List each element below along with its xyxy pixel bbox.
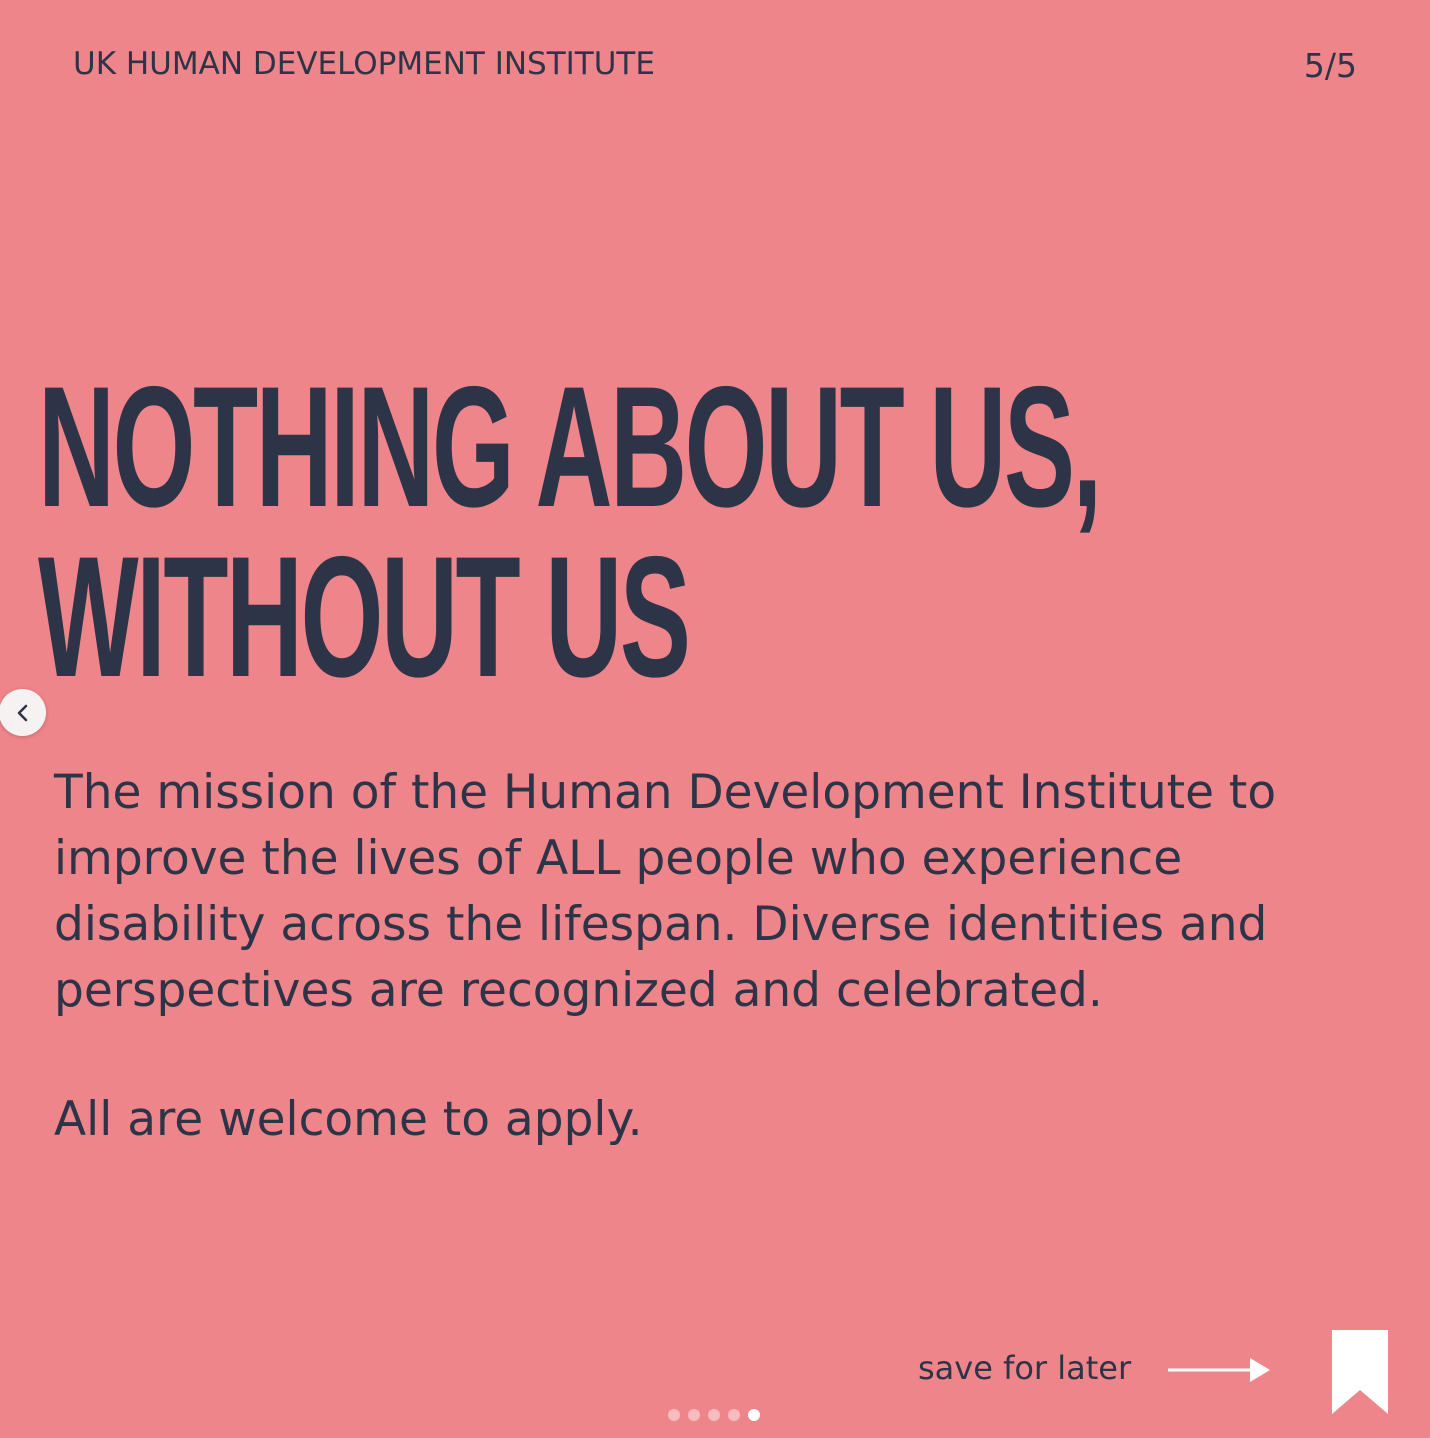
headline: NOTHING ABOUT US, WITHOUT US xyxy=(38,351,1102,713)
carousel-dot xyxy=(728,1409,740,1421)
carousel-dot xyxy=(708,1409,720,1421)
carousel-indicator xyxy=(668,1409,760,1421)
chevron-left-icon xyxy=(17,704,27,721)
carousel-dot xyxy=(688,1409,700,1421)
carousel-dot xyxy=(668,1409,680,1421)
bookmark-icon[interactable] xyxy=(1330,1328,1390,1416)
previous-slide-button[interactable] xyxy=(0,689,46,736)
headline-line-2: WITHOUT US xyxy=(38,521,691,713)
arrow-right-icon xyxy=(1168,1358,1270,1382)
save-for-later-label: save for later xyxy=(918,1349,1132,1387)
page-counter: 5/5 xyxy=(1303,46,1357,85)
carousel-dot-active xyxy=(748,1409,760,1421)
headline-line-1: NOTHING ABOUT US, xyxy=(38,351,1102,543)
org-name: UK HUMAN DEVELOPMENT INSTITUTE xyxy=(73,46,655,82)
welcome-text: All are welcome to apply. xyxy=(54,1092,643,1147)
mission-text: The mission of the Human Development Ins… xyxy=(54,765,1277,1018)
